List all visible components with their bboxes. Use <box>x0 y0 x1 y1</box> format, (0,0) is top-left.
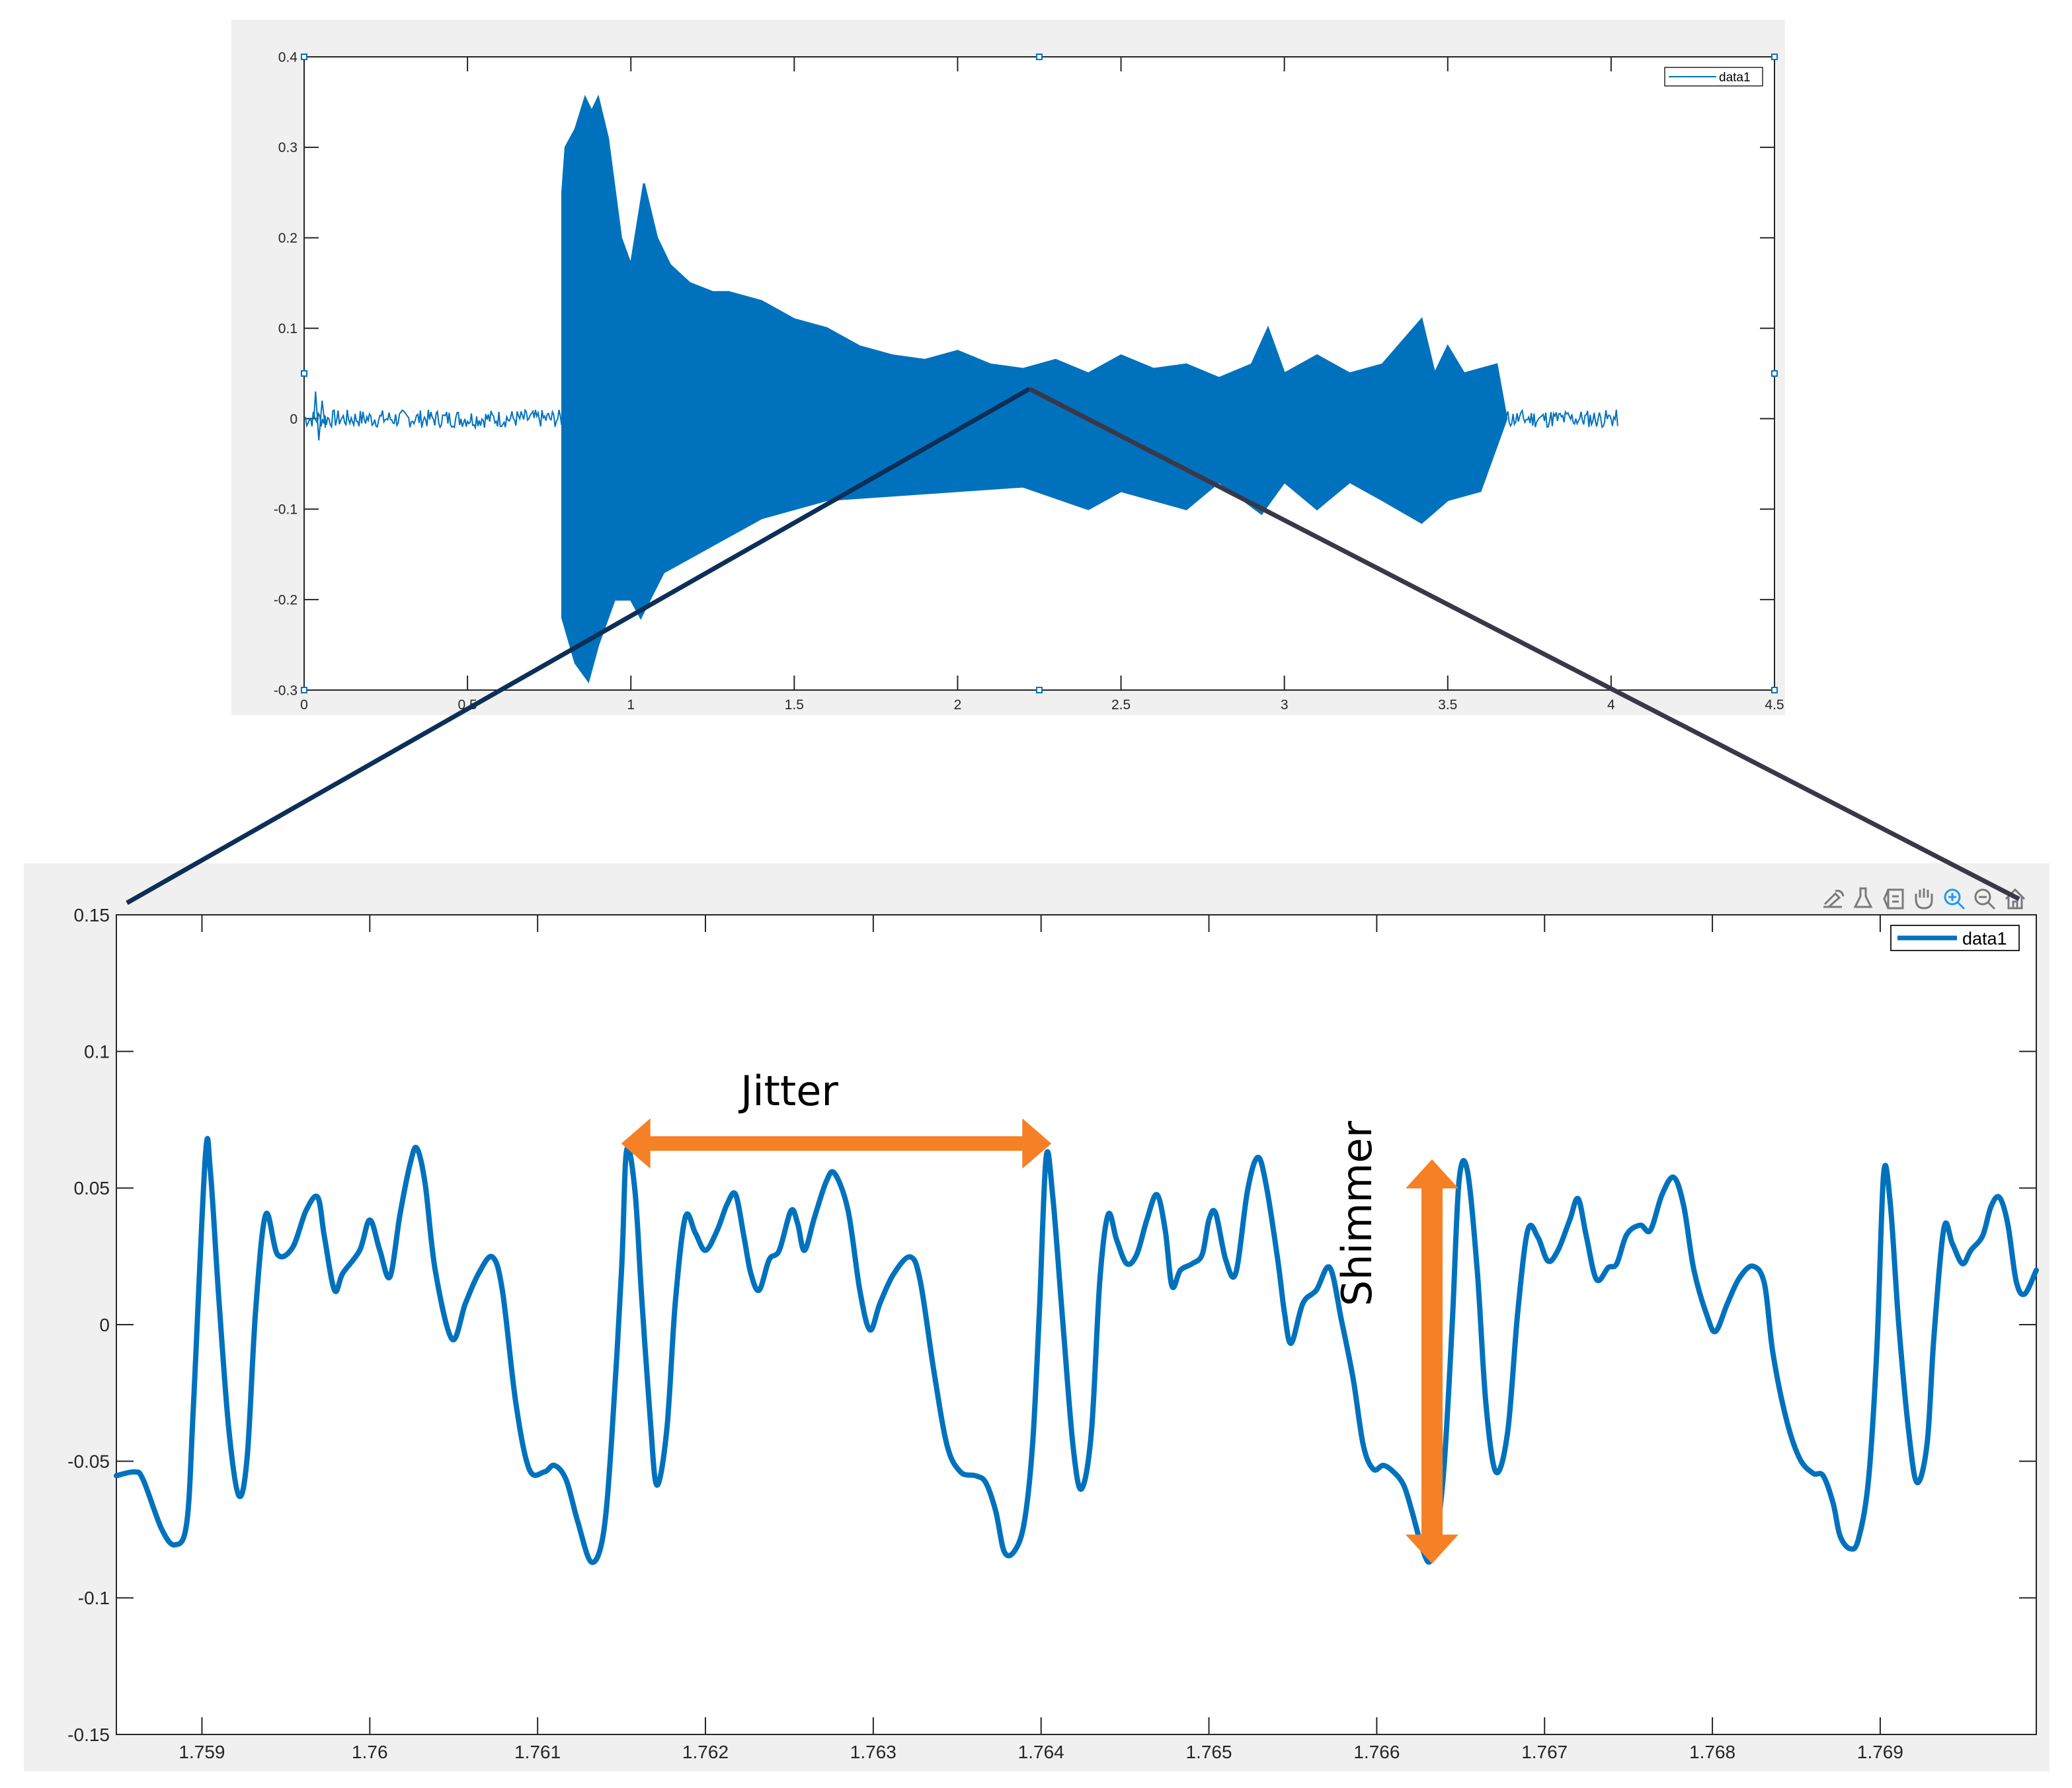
figure-canvas: 0 0.5 1 1.5 2 2.5 3 3.5 4 4.5-0.3-0.2-0.100.10.20… <box>24 20 2050 1771</box>
zoomed-xtick-label: 1.767 <box>1521 1742 1568 1762</box>
axes-resize-handle[interactable] <box>301 370 307 377</box>
overview-ytick-label: 0.4 <box>278 50 298 65</box>
overview-ytick-label: 0 <box>290 412 298 427</box>
axes-resize-handle[interactable] <box>301 54 307 60</box>
zoomed-xtick-label: 1.76 <box>352 1742 388 1762</box>
overview-axes[interactable]: 0 0.5 1 1.5 2 2.5 3 3.5 4 4.5-0.3-0.2-0.100.10.20… <box>274 50 1784 713</box>
overview-xtick-label: 2.5 <box>1111 697 1131 713</box>
overview-xtick-label: 0 <box>300 697 308 713</box>
axes-resize-handle[interactable] <box>1771 54 1778 60</box>
zoomed-xtick-label: 1.761 <box>514 1742 561 1762</box>
overview-ytick-label: 0.1 <box>278 321 298 336</box>
zoomed-xtick-label: 1.762 <box>682 1742 729 1762</box>
overview-xtick-label: 2 <box>954 697 962 713</box>
zoomed-ytick-label: -0.15 <box>67 1725 110 1745</box>
axes-resize-handle[interactable] <box>1036 687 1043 693</box>
overview-xtick-label: 1.5 <box>785 697 804 713</box>
zoomed-ytick-label: 0.05 <box>74 1178 110 1198</box>
overview-ytick-label: -0.3 <box>274 683 298 698</box>
axes-resize-handle[interactable] <box>1036 54 1043 60</box>
overview-xtick-label: 4 <box>1607 697 1615 713</box>
jitter-label: Jitter <box>738 1067 838 1115</box>
zoomed-xtick-label: 1.766 <box>1353 1742 1400 1762</box>
overview-legend[interactable]: data1 <box>1664 67 1763 87</box>
overview-ytick-label: -0.2 <box>274 592 298 607</box>
overview-xtick-label: 1 <box>627 697 635 713</box>
zoomed-ytick-label: -0.1 <box>78 1588 110 1608</box>
shimmer-label: Shimmer <box>1333 1120 1381 1306</box>
axes-resize-handle[interactable] <box>1771 370 1778 377</box>
axes-resize-handle[interactable] <box>301 687 307 693</box>
zoomed-xtick-label: 1.768 <box>1689 1742 1735 1762</box>
jitter-arrow-shaft <box>645 1136 1028 1151</box>
zoomed-xtick-label: 1.763 <box>850 1742 897 1762</box>
shimmer-arrow-shaft <box>1421 1183 1443 1540</box>
zoomed-legend[interactable]: data1 <box>1890 925 2020 951</box>
overview-legend-label: data1 <box>1719 71 1751 85</box>
zoomed-xtick-label: 1.769 <box>1857 1742 1903 1762</box>
zoomed-ytick-label: -0.05 <box>67 1451 110 1471</box>
axes-resize-handle[interactable] <box>1771 687 1778 693</box>
overview-ytick-label: -0.1 <box>274 502 298 518</box>
zoomed-axes[interactable]: 1.759 1.76 1.761 1.762 1.763 1.764 1.765 1.766 1… <box>67 905 2039 1762</box>
zoomed-xtick-label: 1.764 <box>1018 1742 1064 1762</box>
zoomed-legend-label: data1 <box>1962 929 2007 949</box>
zoomed-ytick-label: 0.15 <box>74 905 110 925</box>
zoomed-ytick-label: 0.1 <box>84 1041 110 1062</box>
overview-ytick-label: 0.2 <box>278 231 298 246</box>
zoomed-xtick-label: 1.759 <box>179 1742 225 1762</box>
overview-xtick-label: 3.5 <box>1438 697 1457 713</box>
zoomed-xtick-label: 1.765 <box>1185 1742 1232 1762</box>
overview-xtick-label: 3 <box>1281 697 1289 713</box>
overview-xtick-label: 4.5 <box>1765 697 1784 713</box>
zoomed-ytick-label: 0 <box>99 1315 110 1335</box>
overview-ytick-label: 0.3 <box>278 140 298 155</box>
zoomed-plot-area <box>116 914 2037 1735</box>
